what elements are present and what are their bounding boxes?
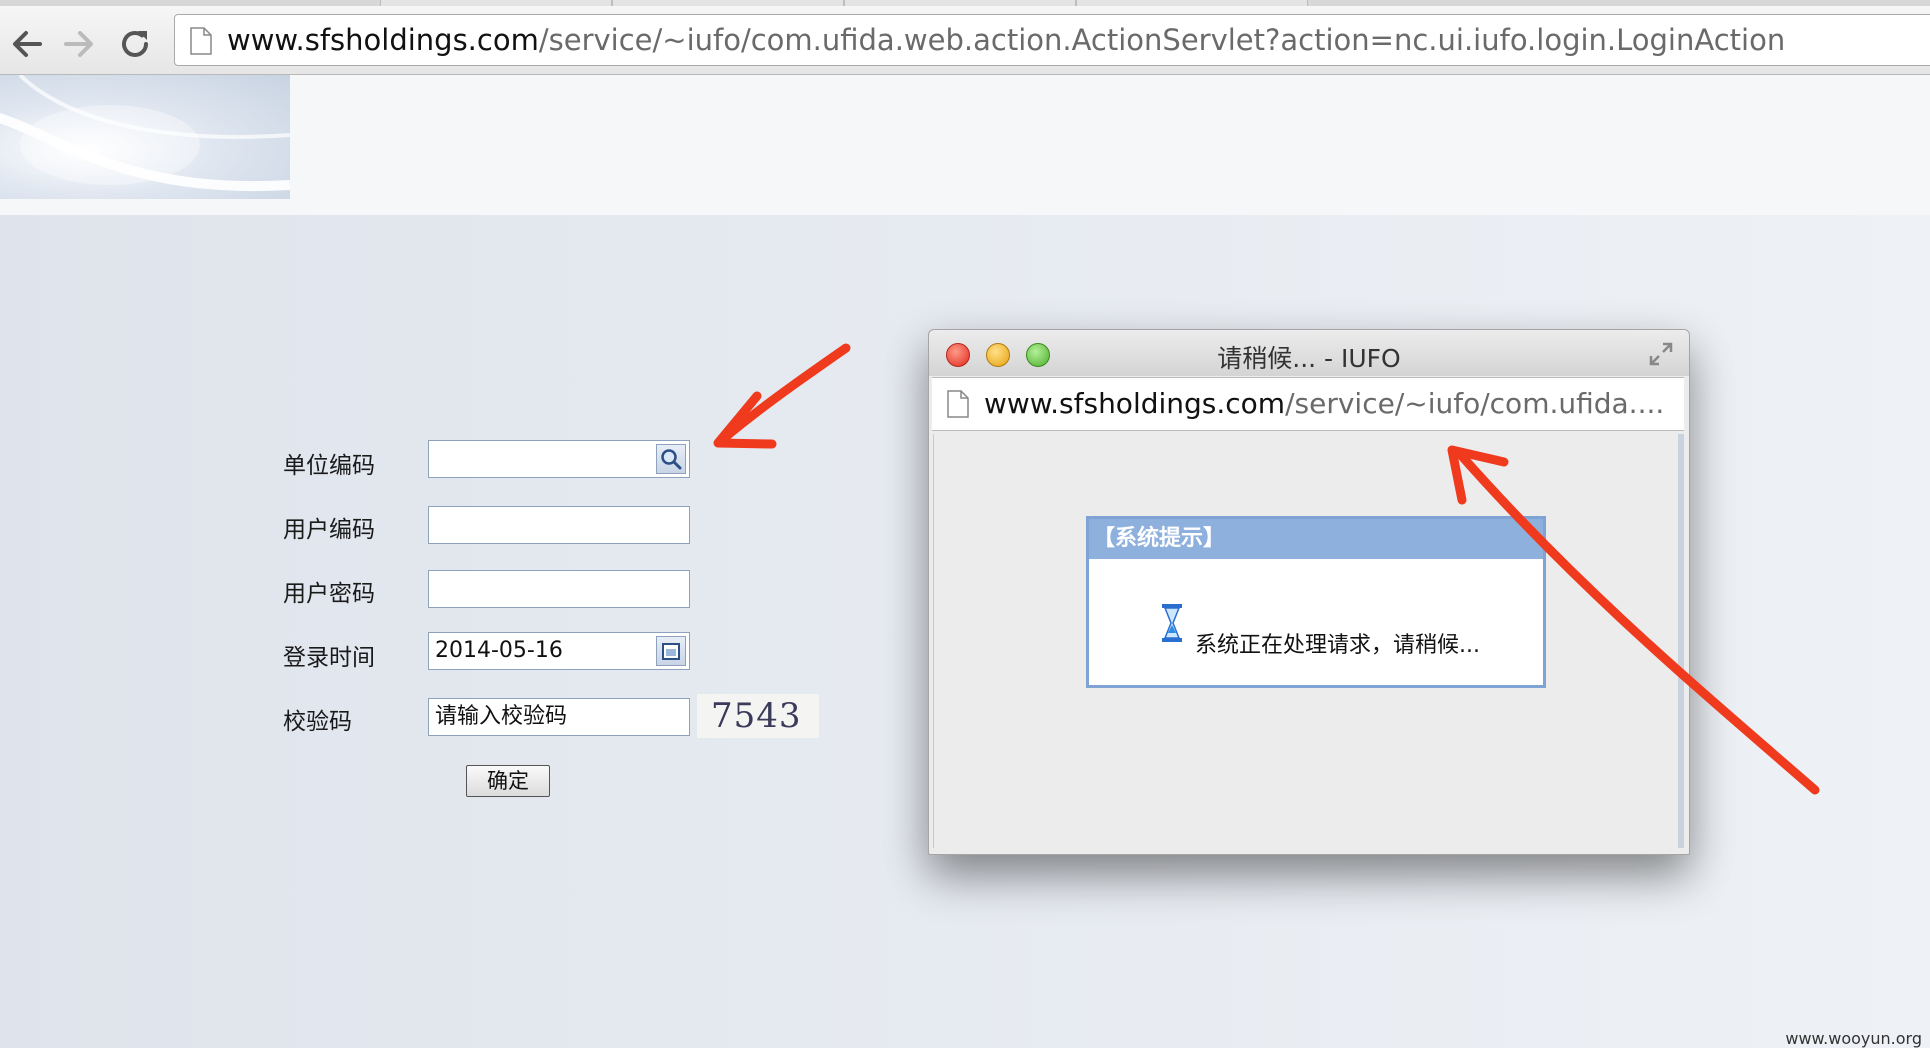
annotation-arrow-icon (1447, 445, 1820, 795)
annotation-arrows (713, 343, 1820, 795)
watermark: www.wooyun.org (1785, 1029, 1922, 1048)
annotation-arrow-icon (713, 343, 851, 449)
